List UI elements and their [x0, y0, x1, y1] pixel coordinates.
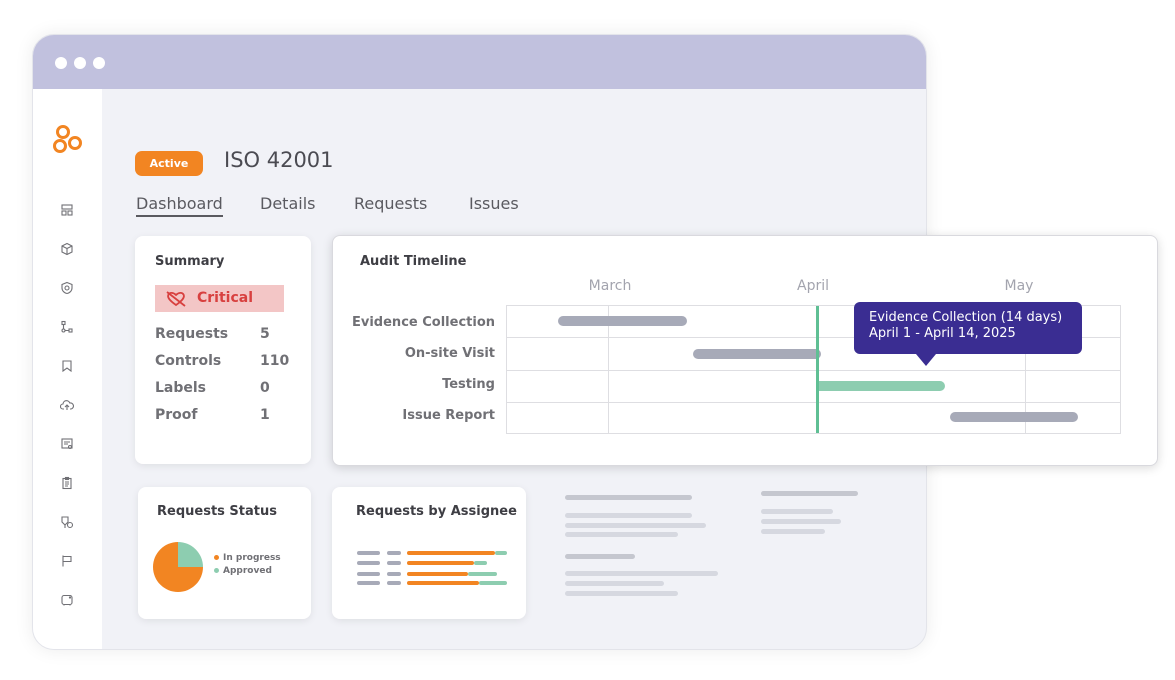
dashboard-icon[interactable] [60, 202, 74, 216]
row-label-issue-report: Issue Report [402, 408, 495, 423]
assignee-bar-approved [474, 561, 487, 565]
tab-issues[interactable]: Issues [469, 194, 519, 213]
audit-timeline-title: Audit Timeline [360, 254, 467, 269]
title-bar [33, 35, 926, 89]
clipboard-icon[interactable] [60, 475, 74, 490]
page-title: ISO 42001 [224, 148, 334, 172]
requests-status-title: Requests Status [157, 504, 277, 519]
window-dot-icon[interactable] [74, 57, 86, 69]
gantt-bar-evidence-collection[interactable] [558, 316, 687, 326]
assignee-bar-in-progress [407, 551, 495, 555]
legend-in-progress: In progress [214, 553, 281, 563]
status-badge: Active [135, 151, 203, 176]
placeholder-line [761, 529, 825, 534]
pie-slice-approved [178, 542, 203, 567]
placeholder-line [761, 509, 833, 514]
assignee-bar-in-progress [407, 572, 468, 576]
assignee-count-placeholder [387, 551, 401, 555]
audit-timeline-card: Audit Timeline March April May Evidence … [332, 235, 1158, 466]
summary-title: Summary [155, 254, 225, 269]
bookmark-icon[interactable] [60, 358, 74, 373]
summary-controls-value: 110 [260, 353, 290, 369]
month-label-march: March [588, 278, 632, 294]
assignee-name-placeholder [357, 581, 380, 585]
flag-icon[interactable] [60, 553, 74, 567]
assignee-bar-approved [479, 581, 507, 585]
today-marker [816, 306, 819, 433]
row-label-on-site-visit: On-site Visit [404, 346, 495, 361]
summary-requests-label: Requests [155, 326, 229, 342]
placeholder-line [565, 581, 664, 586]
tab-requests[interactable]: Requests [354, 194, 427, 213]
legend-label: In progress [223, 553, 281, 563]
placeholder-line [565, 523, 706, 528]
summary-labels-label: Labels [155, 380, 207, 396]
requests-by-assignee-card: Requests by Assignee [332, 487, 526, 619]
gantt-bar-on-site-visit[interactable] [693, 349, 821, 359]
tooltip-dates: April 1 - April 14, 2025 [869, 326, 1016, 341]
legend-approved: Approved [214, 566, 272, 576]
summary-card: Summary Critical Requests 5 Controls 110… [135, 236, 311, 464]
assignee-bar-in-progress [407, 561, 474, 565]
grid-line [507, 402, 1120, 403]
workflow-icon[interactable] [60, 319, 74, 333]
certificate-icon[interactable] [60, 436, 74, 450]
broken-heart-icon [166, 291, 186, 307]
legend-dot-icon [214, 568, 219, 573]
archive-icon[interactable] [60, 592, 74, 606]
legend-dot-icon [214, 555, 219, 560]
placeholder-line [565, 554, 635, 559]
tab-details[interactable]: Details [260, 194, 315, 213]
assignee-bar-approved [495, 551, 507, 555]
row-label-testing: Testing [442, 377, 495, 392]
requests-status-card: Requests Status In progress Approved [138, 487, 311, 619]
assignee-count-placeholder [387, 561, 401, 565]
legend-label: Approved [223, 566, 272, 576]
assignee-bar-in-progress [407, 581, 479, 585]
sidebar [33, 89, 102, 649]
assignee-name-placeholder [357, 572, 380, 576]
shield-icon[interactable] [60, 280, 74, 295]
timeline-tooltip: Evidence Collection (14 days) April 1 - … [854, 302, 1082, 366]
logo-icon[interactable] [53, 123, 87, 157]
cloud-upload-icon[interactable] [59, 397, 74, 411]
placeholder-line [565, 513, 692, 518]
tooltip-title: Evidence Collection (14 days) [869, 310, 1063, 325]
placeholder-line [761, 491, 858, 496]
placeholder-line [565, 495, 692, 500]
placeholder-line [565, 571, 718, 576]
window-dot-icon[interactable] [93, 57, 105, 69]
tab-dashboard[interactable]: Dashboard [136, 194, 223, 217]
summary-labels-value: 0 [260, 380, 270, 396]
summary-proof-label: Proof [155, 407, 198, 423]
requests-status-pie [153, 542, 203, 592]
requests-by-assignee-title: Requests by Assignee [356, 504, 517, 519]
package-icon[interactable] [60, 241, 74, 256]
window-dot-icon[interactable] [55, 57, 67, 69]
severity-badge: Critical [155, 285, 284, 312]
summary-controls-label: Controls [155, 353, 222, 369]
placeholder-line [565, 591, 678, 596]
placeholder-line [761, 519, 841, 524]
grid-line [507, 370, 1120, 371]
severity-label: Critical [197, 290, 254, 306]
gantt-bar-testing[interactable] [817, 381, 945, 391]
assignee-name-placeholder [357, 551, 380, 555]
summary-proof-value: 1 [260, 407, 270, 423]
gantt-bar-issue-report[interactable] [950, 412, 1078, 422]
month-label-april: April [797, 278, 829, 294]
assignee-bar-approved [468, 572, 497, 576]
month-label-may: May [1004, 278, 1034, 294]
assignee-name-placeholder [357, 561, 380, 565]
settings-tag-icon[interactable] [60, 514, 74, 529]
row-label-evidence-collection: Evidence Collection [352, 315, 495, 330]
summary-requests-value: 5 [260, 326, 270, 342]
placeholder-line [565, 532, 678, 537]
assignee-count-placeholder [387, 581, 401, 585]
assignee-count-placeholder [387, 572, 401, 576]
